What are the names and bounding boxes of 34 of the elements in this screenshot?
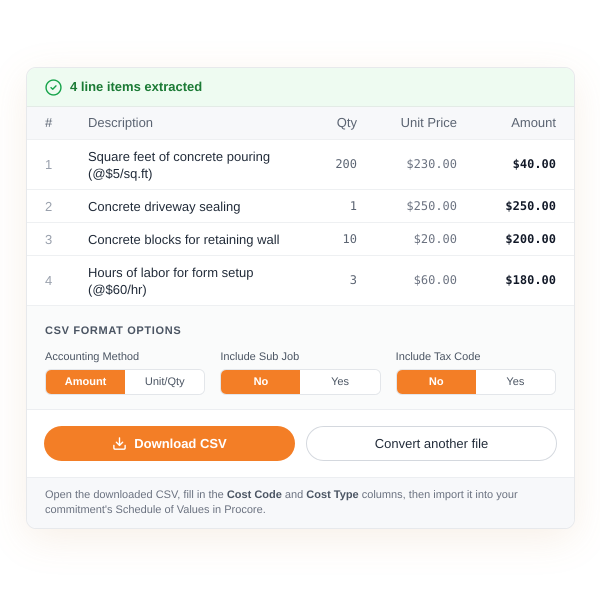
description-cell-text: Concrete blocks for retaining wall: [88, 230, 280, 248]
check-circle-icon: [45, 78, 62, 96]
qty-cell-text: 3: [348, 272, 357, 289]
qty-cell-text: 200: [334, 156, 357, 173]
footer-note: Open the downloaded CSV, fill in the Cost Code and Cost Type columns, then import it into your commitment's Schedule of Values in Procore.: [45, 488, 519, 518]
column-header: Amount: [510, 114, 556, 132]
convert-button[interactable]: Convert another file: [306, 426, 557, 461]
unit-price-cell-text: $250.00: [405, 198, 457, 214]
row-number: 3: [45, 230, 54, 248]
description-cell-text: Square feet of concrete pouring (@$5/sq.ft): [88, 148, 272, 182]
option-label: Include Sub Job: [220, 350, 300, 364]
row-number: 2: [45, 198, 54, 214]
unit-price-cell-text: $20.00: [412, 230, 457, 248]
download-icon: [112, 436, 128, 451]
unit-price-cell-text: $60.00: [412, 272, 457, 289]
column-header: Description: [88, 114, 154, 132]
qty-cell-text: 1: [348, 198, 357, 214]
unit-price-cell-text: $230.00: [405, 156, 457, 173]
option-label: Include Tax Code: [396, 350, 482, 364]
column-header: Unit Price: [400, 114, 457, 132]
amount-cell-text: $40.00: [512, 156, 556, 173]
status-text: 4 line items extracted: [70, 78, 202, 96]
qty-cell-text: 10: [342, 230, 357, 248]
amount-cell-text: $180.00: [504, 272, 556, 289]
option-label: Accounting Method: [45, 350, 140, 364]
row-number: 1: [45, 156, 54, 173]
amount-cell-text: $200.00: [504, 230, 556, 248]
amount-cell-text: $250.00: [504, 198, 556, 214]
options-heading: CSV FORMAT OPTIONS: [45, 324, 182, 338]
description-cell-text: Concrete driveway sealing: [88, 198, 242, 214]
description-cell-text: Hours of labor for form setup (@$60/hr): [88, 264, 254, 298]
column-header: #: [45, 114, 54, 132]
row-number: 4: [45, 272, 54, 289]
column-header: Qty: [336, 114, 357, 132]
